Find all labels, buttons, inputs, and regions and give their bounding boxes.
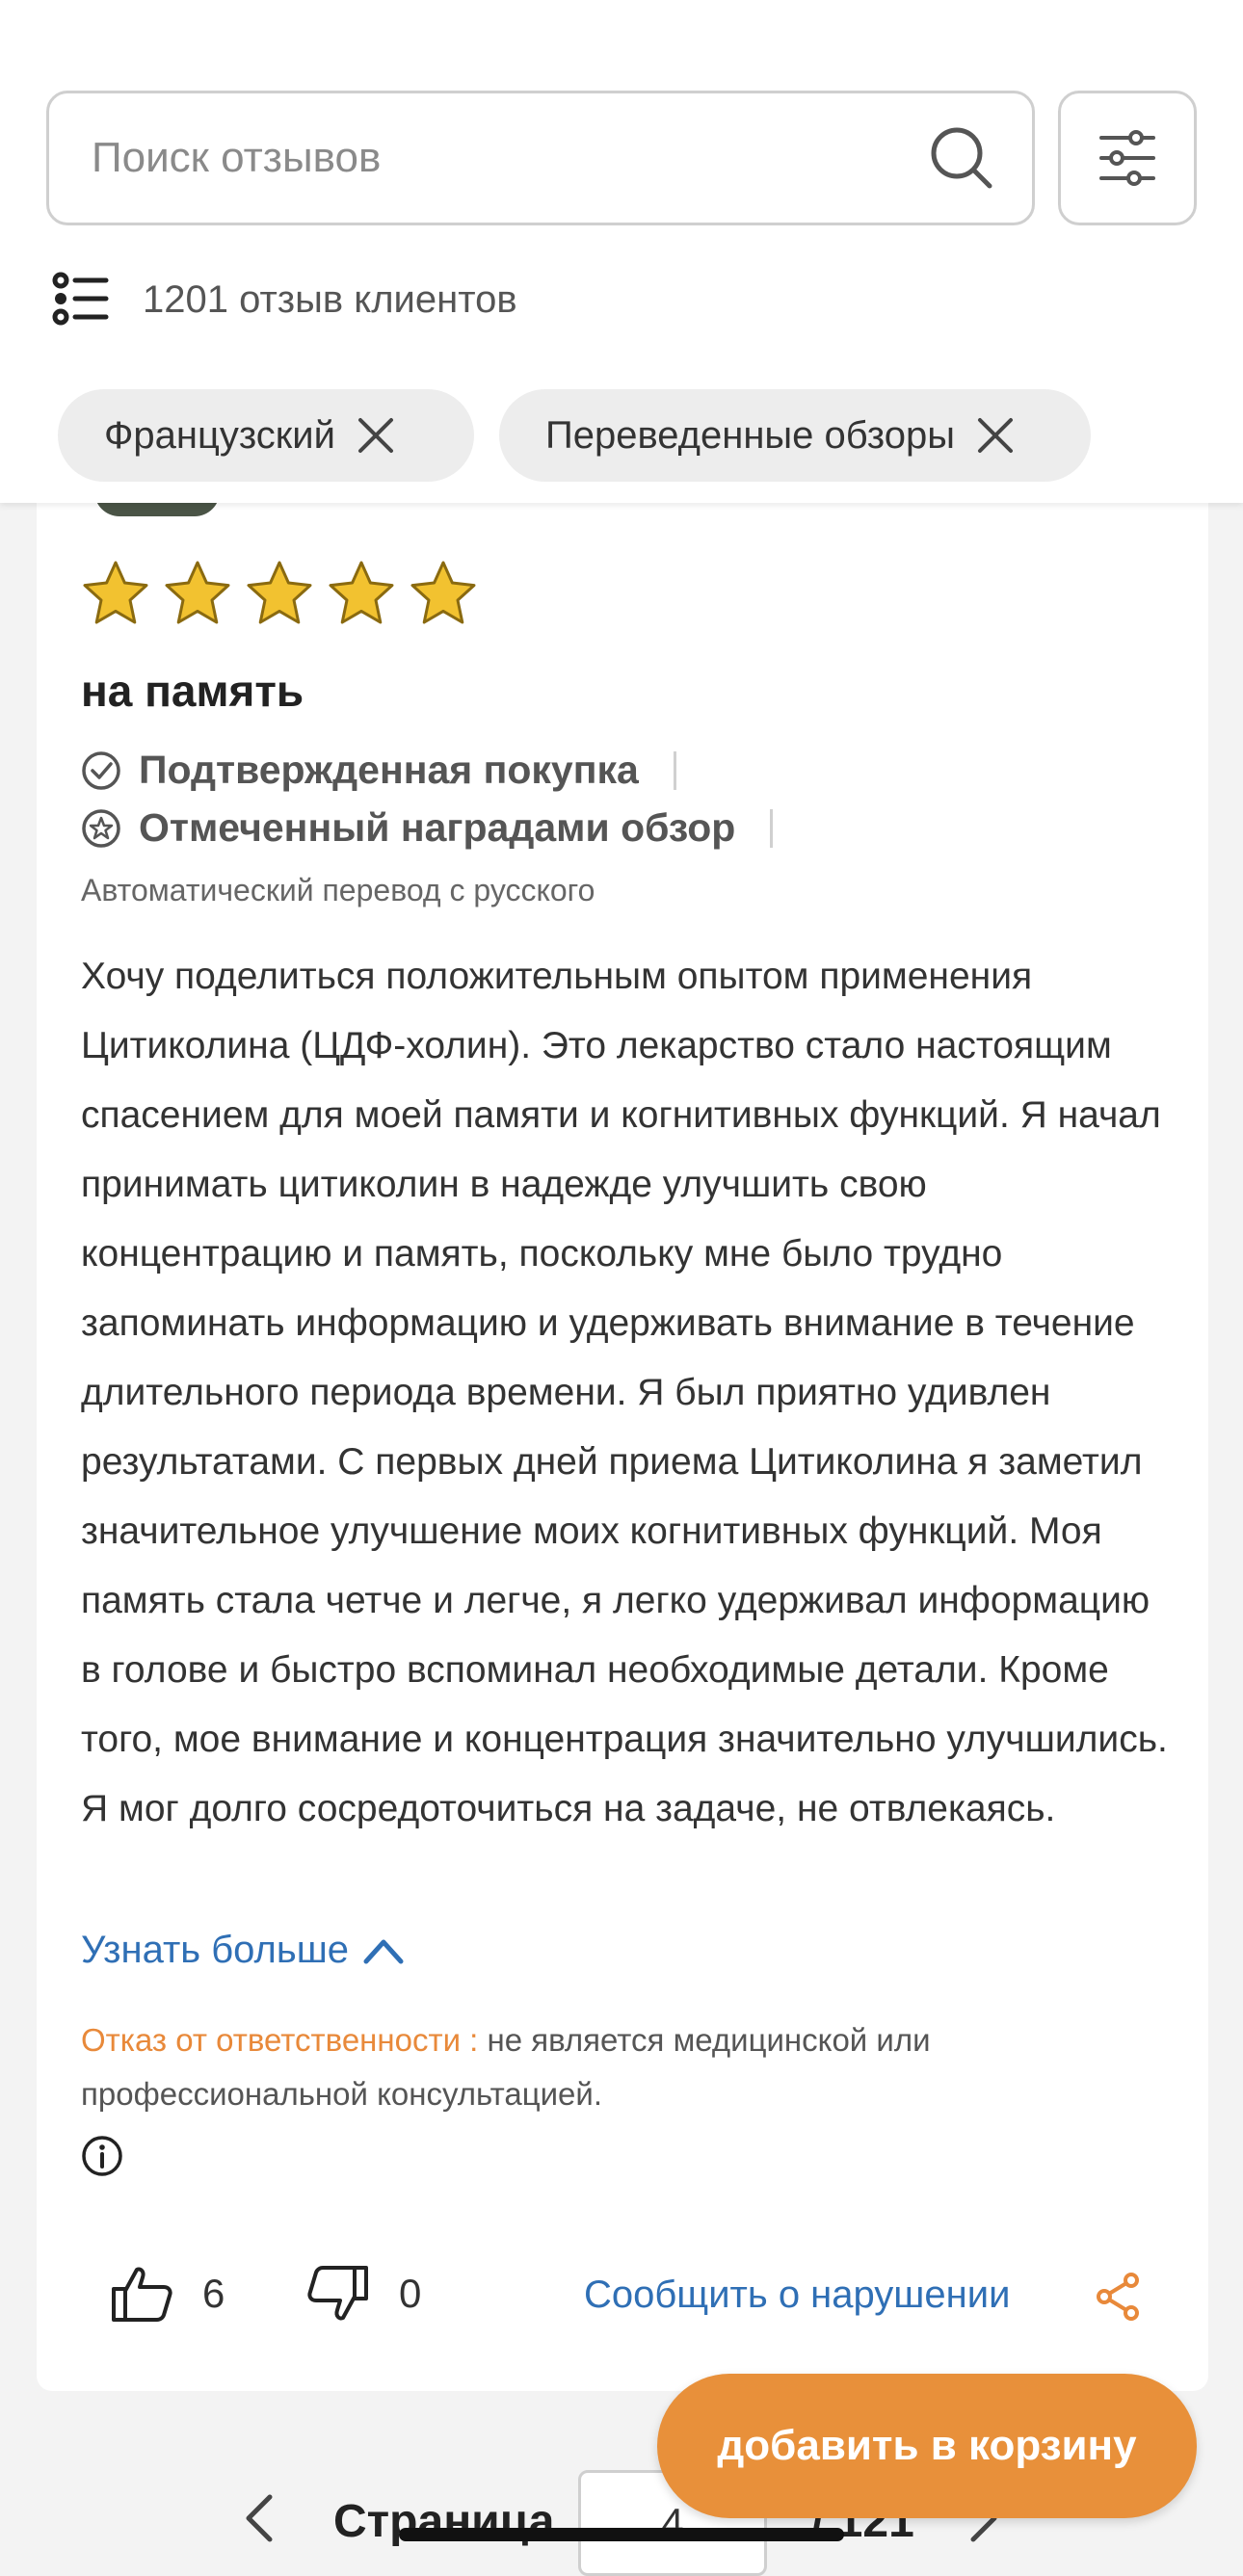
close-icon[interactable]: [357, 416, 395, 455]
thumbs-up-icon: [112, 2267, 172, 2322]
reviews-count-row: 1201 отзыв клиентов: [52, 266, 517, 333]
reviews-count: 1201 отзыв клиентов: [143, 277, 517, 321]
verified-purchase-badge: Подтвержденная покупка: [81, 748, 676, 793]
not-helpful-count: 0: [399, 2271, 422, 2316]
star-icon: [165, 561, 230, 624]
info-icon[interactable]: [81, 2135, 123, 2177]
disclaimer: Отказ от ответственности : не является м…: [81, 2013, 1160, 2121]
badge-label: Отмеченный наградами обзор: [139, 805, 736, 850]
filter-chip-language[interactable]: Французский: [58, 389, 474, 482]
review-actions: 6 0 Сообщить о нарушении: [37, 2245, 1208, 2360]
divider: [673, 750, 676, 790]
star-icon: [410, 561, 476, 624]
add-to-cart-button[interactable]: добавить в корзину: [657, 2374, 1197, 2518]
star-icon: [83, 561, 148, 624]
helpful-count: 6: [202, 2271, 225, 2316]
star-icon: [247, 561, 312, 624]
filter-chip-label: Французский: [104, 413, 335, 457]
review-body: Хочу поделиться положительным опытом при…: [81, 956, 1168, 1829]
chevron-up-icon: [363, 1939, 404, 1963]
search-box[interactable]: [46, 91, 1035, 225]
helpful-button[interactable]: 6: [110, 2264, 225, 2324]
report-abuse-link[interactable]: Сообщить о нарушении: [584, 2274, 1010, 2317]
filter-chip-translated[interactable]: Переведенные обзоры: [499, 389, 1091, 482]
divider: [770, 808, 774, 848]
award-star-icon: [82, 808, 120, 848]
filter-chip-label: Переведенные обзоры: [545, 413, 955, 457]
check-circle-icon: [82, 750, 120, 790]
chevron-left-icon[interactable]: [241, 2491, 279, 2545]
translation-note: Автоматический перевод с русского: [81, 873, 595, 907]
list-icon: [52, 272, 109, 326]
search-input[interactable]: [92, 93, 939, 223]
share-icon[interactable]: [1095, 2272, 1141, 2322]
home-indicator: [399, 2528, 844, 2541]
search-icon[interactable]: [926, 122, 995, 192]
rating-stars: [81, 559, 490, 628]
read-more-label: Узнать больше: [81, 1929, 350, 1971]
filter-button[interactable]: [1058, 91, 1197, 225]
disclaimer-label: Отказ от ответственности :: [81, 2022, 479, 2058]
close-icon[interactable]: [976, 416, 1015, 455]
badge-label: Подтвержденная покупка: [139, 748, 639, 792]
thumbs-down-icon: [307, 2266, 368, 2321]
star-icon: [329, 561, 394, 624]
award-review-badge: Отмеченный наградами обзор: [81, 805, 774, 851]
review-title: на память: [81, 666, 304, 716]
not-helpful-button[interactable]: 0: [306, 2264, 421, 2324]
review-card: на память Подтвержденная покупка Отмечен…: [37, 491, 1208, 2391]
read-more-link[interactable]: Узнать больше: [81, 1929, 405, 1972]
sliders-icon: [1099, 130, 1155, 186]
reviews-header: 1201 отзыв клиентов Французский Переведе…: [0, 0, 1243, 503]
